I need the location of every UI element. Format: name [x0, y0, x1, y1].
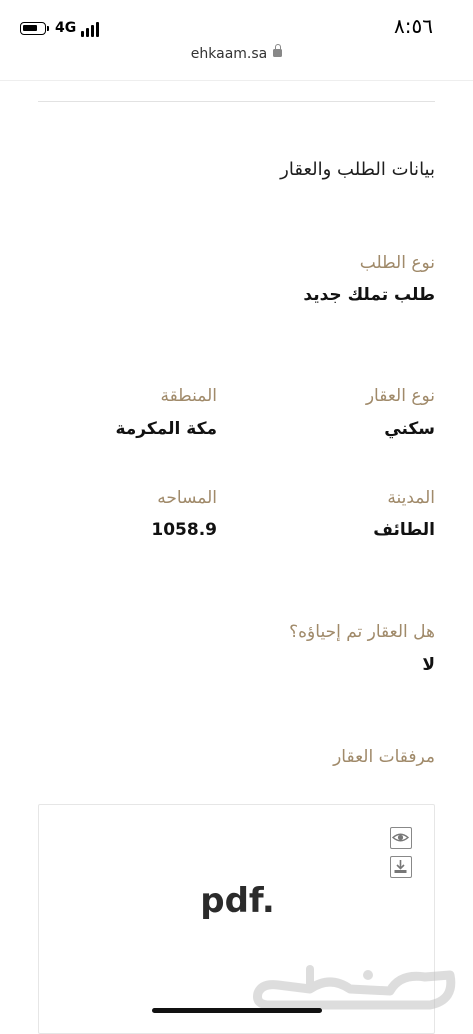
status-bar: 4G ٨:٥٦ [0, 0, 473, 48]
eye-icon[interactable] [390, 827, 412, 849]
download-icon[interactable] [390, 856, 412, 878]
attachments-label: مرفقات العقار [333, 747, 435, 767]
revived-label: هل العقار تم إحياؤه؟ [289, 622, 435, 642]
property-type-value: سكني [384, 419, 435, 439]
request-type-value: طلب تملك جديد [303, 285, 435, 305]
status-time: ٨:٥٦ [394, 14, 433, 38]
section-title: بيانات الطلب والعقار [280, 159, 435, 180]
region-label: المنطقة [160, 386, 217, 406]
network-type: 4G [55, 20, 77, 36]
file-type-label: pdf. [200, 881, 275, 921]
revived-value: لا [422, 655, 435, 675]
home-indicator [152, 1008, 322, 1013]
lock-icon [273, 44, 283, 57]
request-type-label: نوع الطلب [359, 253, 435, 273]
toolbar-divider [0, 80, 473, 81]
city-value: الطائف [373, 520, 435, 540]
city-label: المدينة [387, 488, 435, 508]
area-value: 1058.9 [151, 520, 217, 540]
region-value: مكة المكرمة [115, 419, 217, 439]
battery-icon [20, 22, 49, 35]
property-type-label: نوع العقار [365, 386, 435, 406]
area-label: المساحه [157, 488, 217, 508]
content-divider [38, 101, 435, 102]
url-bar[interactable]: ehkaam.sa [0, 44, 473, 78]
signal-strength-icon [81, 21, 103, 37]
url-text: ehkaam.sa [190, 46, 268, 62]
